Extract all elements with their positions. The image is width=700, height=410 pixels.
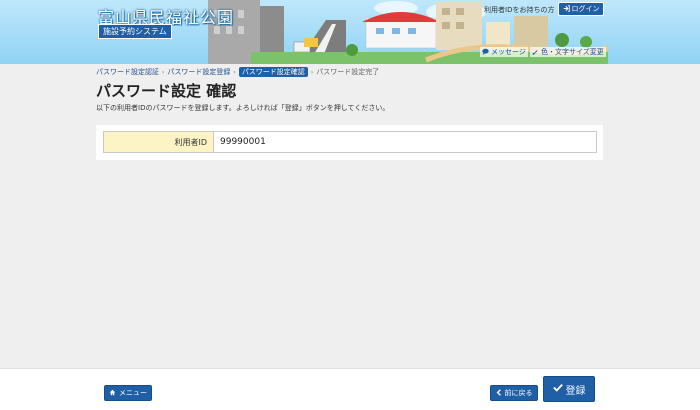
breadcrumb: パスワード設定認証 › パスワード設定登録 › パスワード設定確認 › パスワー… — [96, 67, 379, 77]
message-link[interactable]: メッセージ — [480, 47, 528, 57]
register-button[interactable]: 登録 — [543, 376, 595, 402]
breadcrumb-item-auth: パスワード設定認証 — [96, 68, 159, 76]
check-icon — [552, 383, 563, 395]
chevron-right-icon: › — [162, 68, 165, 76]
user-id-holder-label: 利用者IDをお持ちの方 — [484, 6, 555, 14]
menu-button[interactable]: メニュー — [104, 385, 152, 401]
chevron-left-icon — [496, 388, 502, 398]
breadcrumb-item-register: パスワード設定登録 — [167, 68, 231, 76]
brush-icon — [532, 48, 539, 57]
footer-bar: メニュー 前に戻る 登録 — [0, 368, 700, 410]
user-id-row: 利用者ID 99990001 — [103, 131, 597, 153]
user-id-value: 99990001 — [220, 137, 266, 147]
page-title: パスワード設定 確認 — [96, 82, 237, 100]
back-label: 前に戻る — [504, 389, 533, 397]
menu-label: メニュー — [119, 389, 147, 397]
user-id-label: 利用者ID — [104, 132, 214, 152]
site-header: 富山県民福祉公園 施設予約システム 利用者IDをお持ちの方 ログイン メッセージ… — [0, 0, 700, 64]
chevron-right-icon: › — [310, 68, 314, 76]
login-icon — [563, 4, 570, 14]
page-description: 以下の利用者IDのパスワードを登録します。よろしければ「登録」ボタンを押してくだ… — [96, 104, 390, 112]
login-button[interactable]: ログイン — [558, 2, 604, 16]
home-icon — [109, 389, 116, 398]
confirm-panel: 利用者ID 99990001 — [96, 125, 603, 160]
speech-bubble-icon — [482, 48, 489, 57]
breadcrumb-item-confirm: パスワード設定確認 — [238, 67, 308, 77]
font-size-link[interactable]: 色・文字サイズ変更 — [530, 47, 606, 57]
back-button[interactable]: 前に戻る — [490, 385, 538, 401]
font-size-label: 色・文字サイズ変更 — [541, 48, 604, 56]
chevron-right-icon: › — [233, 68, 236, 76]
breadcrumb-item-complete: パスワード設定完了 — [316, 68, 380, 76]
header-banner: 富山県民福祉公園 施設予約システム 利用者IDをお持ちの方 ログイン メッセージ… — [96, 0, 608, 64]
login-label: ログイン — [571, 5, 600, 13]
site-subtitle: 施設予約システム — [98, 24, 172, 39]
message-label: メッセージ — [491, 48, 526, 56]
register-label: 登録 — [565, 385, 586, 397]
